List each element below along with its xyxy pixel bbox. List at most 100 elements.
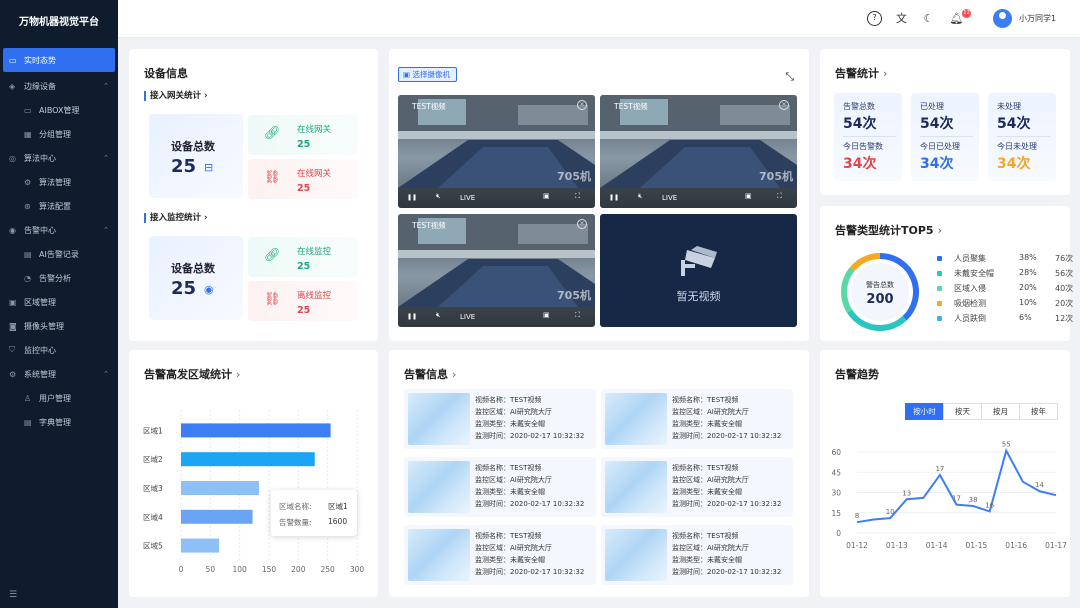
gateway-total-label: 设备总数 bbox=[171, 140, 215, 153]
username[interactable]: 小万同学1 bbox=[1019, 13, 1056, 24]
avatar[interactable] bbox=[993, 9, 1012, 28]
nav-item-3[interactable]: ▦ 分组管理 bbox=[0, 122, 118, 146]
fullscreen-icon[interactable]: ⛶ bbox=[575, 192, 580, 201]
alarm-list-item[interactable]: 视频名称：TEST视频 监控区域：AI研究院大厅 监测类型：未戴安全帽 监测时间：20… bbox=[601, 525, 793, 585]
pause-icon[interactable]: ❚❚ bbox=[407, 313, 417, 320]
nav-item-11[interactable]: ◙ 摄像头管理 bbox=[0, 314, 118, 338]
alarm-type-card: 告警类型统计TOP5 › 警告总数 200 人员聚集 38% 76次 未戴安全帽 28% 5… bbox=[820, 206, 1073, 341]
video-controls: ❚❚ 🔇︎ LIVE ▣ ⛶ bbox=[398, 188, 595, 208]
mute-icon[interactable]: 🔇︎ bbox=[436, 311, 440, 320]
alarm-thumbnail[interactable] bbox=[605, 393, 667, 445]
alarm-detail-line: 视频名称：TEST视频 bbox=[672, 532, 739, 540]
nav-item-14[interactable]: ♙ 用户管理 bbox=[0, 386, 118, 410]
alarm-stats-title[interactable]: 告警统计 › bbox=[835, 65, 887, 81]
monitor-online-card: 🔗︎ 在线监控 25 bbox=[248, 237, 358, 277]
moon-icon[interactable]: ☾ bbox=[921, 11, 936, 26]
x-tick-label: 250 bbox=[321, 565, 336, 574]
nav-item-9[interactable]: ◔ 告警分析 bbox=[0, 266, 118, 290]
monitor-icon: ▭ bbox=[9, 55, 17, 65]
alarm-thumbnail[interactable] bbox=[408, 393, 470, 445]
pause-icon[interactable]: ❚❚ bbox=[609, 194, 619, 201]
nav-item-label: AIBOX管理 bbox=[39, 105, 80, 115]
nav-item-10[interactable]: ▣ 区域管理 bbox=[0, 290, 118, 314]
alarm-list-item[interactable]: 视频名称：TEST视频 监控区域：AI研究院大厅 监测类型：未戴安全帽 监测时间：20… bbox=[601, 457, 793, 517]
video-tile[interactable]: TEST视频 × 705机 ❚❚ 🔇︎ LIVE ▣ ⛶ bbox=[398, 95, 595, 208]
nav-item-15[interactable]: ▤ 字典管理 bbox=[0, 410, 118, 434]
analysis-icon: ◔ bbox=[24, 273, 31, 283]
nav-item-0[interactable]: ▭ 实时态势 bbox=[3, 48, 115, 72]
monitor-online-value: 25 bbox=[297, 261, 311, 272]
nav-item-1[interactable]: ◈ 边缘设备 ⌃ bbox=[0, 74, 118, 98]
translate-icon[interactable]: 文 bbox=[894, 11, 909, 26]
alarm-type-title[interactable]: 告警类型统计TOP5 › bbox=[835, 222, 942, 238]
fullscreen-icon[interactable]: ⛶ bbox=[575, 311, 580, 320]
collapse-menu-icon[interactable]: ☰ bbox=[9, 590, 17, 600]
fullscreen-icon[interactable]: ⛶ bbox=[777, 192, 782, 201]
gateway-offline-label: 在线网关 bbox=[297, 169, 332, 179]
video-watermark: 705机 bbox=[557, 289, 591, 302]
divider bbox=[843, 136, 896, 137]
broken-link-icon: ⛓︎ bbox=[264, 292, 281, 307]
video-controls: ❚❚ 🔇︎ LIVE ▣ ⛶ bbox=[398, 307, 595, 327]
pip-icon[interactable]: ▣ bbox=[745, 192, 752, 200]
nav-item-label: 告警分析 bbox=[39, 273, 71, 283]
nav-item-4[interactable]: ◎ 算法中心 ⌃ bbox=[0, 146, 118, 170]
video-title: TEST视频 bbox=[614, 102, 648, 111]
mute-icon[interactable]: 🔇︎ bbox=[638, 192, 642, 201]
nav-item-6[interactable]: ⊛ 算法配置 bbox=[0, 194, 118, 218]
donut-label: 警告总数 bbox=[866, 280, 894, 289]
legend-name: 人员跌倒 bbox=[954, 314, 986, 323]
alarm-detail-line: 视频名称：TEST视频 bbox=[672, 396, 739, 404]
donut-slice bbox=[841, 267, 855, 313]
data-label: 17 bbox=[952, 495, 961, 503]
config-icon: ⊛ bbox=[24, 201, 31, 211]
nav-item-7[interactable]: ◉ 告警中心 ⌃ bbox=[0, 218, 118, 242]
monitor-stats-label: 接入监控统计 bbox=[150, 213, 202, 223]
alarm-icon: ◉ bbox=[9, 225, 16, 235]
pip-icon[interactable]: ▣ bbox=[543, 311, 550, 319]
monitor-offline-card: ⛓︎ 离线监控 25 bbox=[248, 281, 358, 321]
legend-percent: 6% bbox=[1019, 313, 1032, 322]
legend-swatch bbox=[937, 271, 942, 276]
sidebar: 万物机器视觉平台 ▭ 实时态势 ◈ 边缘设备 ⌃ ▭ AIBOX管理 ▦ 分组管理 ◎ 算法中心 ⌃ ⚙… bbox=[0, 0, 118, 608]
alarm-thumbnail[interactable] bbox=[605, 529, 667, 581]
monitor-stats-title[interactable]: 接入监控统计 › bbox=[144, 213, 208, 223]
pip-icon[interactable]: ▣ bbox=[543, 192, 550, 200]
monitor-total-card: 设备总数 25 ◉ bbox=[149, 236, 243, 320]
gateway-stats-title[interactable]: 接入网关统计 › bbox=[144, 91, 208, 101]
alarm-thumbnail[interactable] bbox=[605, 461, 667, 513]
nav-item-5[interactable]: ⚙ 算法管理 bbox=[0, 170, 118, 194]
video-watermark: 705机 bbox=[759, 170, 793, 183]
chevron-up-icon: ⌃ bbox=[103, 370, 109, 378]
video-tile[interactable]: TEST视频 × 705机 ❚❚ 🔇︎ LIVE ▣ ⛶ bbox=[600, 95, 797, 208]
monitor-total-label: 设备总数 bbox=[171, 262, 215, 275]
close-icon[interactable]: × bbox=[577, 100, 587, 110]
alarm-list-item[interactable]: 视频名称：TEST视频 监控区域：AI研究院大厅 监测类型：未戴安全帽 监测时间：20… bbox=[404, 525, 596, 585]
y-tick-label: 45 bbox=[831, 468, 841, 477]
video-tile[interactable]: TEST视频 × 705机 ❚❚ 🔇︎ LIVE ▣ ⛶ bbox=[398, 214, 595, 327]
camera-icon bbox=[681, 246, 717, 276]
nav-item-label: 字典管理 bbox=[39, 417, 71, 427]
alarm-thumbnail[interactable] bbox=[408, 461, 470, 513]
nav-item-12[interactable]: ⛉ 监控中心 bbox=[0, 338, 118, 362]
nav-item-label: 实时态势 bbox=[24, 55, 56, 65]
close-icon[interactable]: × bbox=[577, 219, 587, 229]
nav-item-8[interactable]: ▤ AI告警记录 bbox=[0, 242, 118, 266]
alarm-info-title[interactable]: 告警信息 › bbox=[404, 366, 456, 382]
alarm-thumbnail[interactable] bbox=[408, 529, 470, 581]
nav-item-label: 分组管理 bbox=[39, 129, 71, 139]
mute-icon[interactable]: 🔇︎ bbox=[436, 192, 440, 201]
nav-item-13[interactable]: ⚙ 系统管理 ⌃ bbox=[0, 362, 118, 386]
close-icon[interactable]: × bbox=[779, 100, 789, 110]
select-camera-button[interactable]: ▣ 选择摄像机 bbox=[398, 67, 457, 82]
alarm-stats-label: 告警统计 bbox=[835, 67, 879, 80]
alarm-list-item[interactable]: 视频名称：TEST视频 监控区域：AI研究院大厅 监测类型：未戴安全帽 监测时间：20… bbox=[404, 457, 596, 517]
camera-icon: ▣ bbox=[403, 70, 411, 79]
nav-item-2[interactable]: ▭ AIBOX管理 bbox=[0, 98, 118, 122]
alarm-list-item[interactable]: 视频名称：TEST视频 监控区域：AI研究院大厅 监测类型：未戴安全帽 监测时间：20… bbox=[601, 389, 793, 449]
alarm-list-item[interactable]: 视频名称：TEST视频 监控区域：AI研究院大厅 监测类型：未戴安全帽 监测时间：20… bbox=[404, 389, 596, 449]
gateway-offline-card: ⛓︎ 在线网关 25 bbox=[248, 159, 358, 199]
collapse-icon[interactable]: ⤡ bbox=[785, 70, 794, 84]
help-icon[interactable]: ? bbox=[867, 11, 882, 26]
pause-icon[interactable]: ❚❚ bbox=[407, 194, 417, 201]
